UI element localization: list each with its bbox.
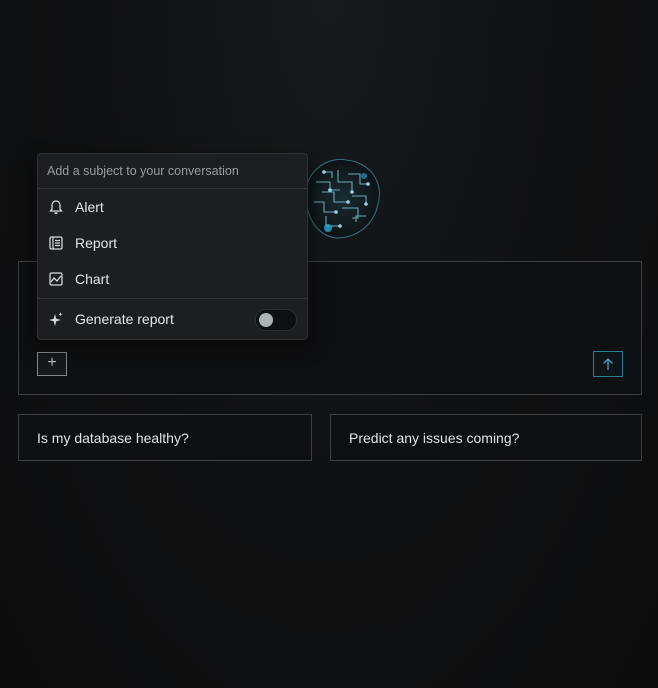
arrow-up-icon (603, 358, 613, 370)
menu-item-alert[interactable]: Alert (47, 192, 298, 222)
menu-header: Add a subject to your conversation (47, 164, 239, 178)
add-subject-button[interactable]: + (37, 352, 67, 376)
menu-item-label: Report (75, 235, 118, 251)
bell-icon (47, 198, 65, 216)
suggestion-button-database-health[interactable]: Is my database healthy? (18, 414, 312, 461)
menu-item-chart[interactable]: Chart (47, 264, 298, 294)
sparkle-icon (47, 310, 65, 328)
toggle-knob (259, 313, 273, 327)
menu-item-label: Chart (75, 271, 110, 287)
report-icon (47, 234, 65, 252)
menu-divider (38, 298, 307, 299)
send-button[interactable] (593, 351, 623, 377)
chart-icon (47, 270, 65, 288)
generate-report-toggle[interactable] (255, 309, 297, 331)
generate-report-label: Generate report (75, 311, 174, 327)
add-subject-menu: Add a subject to your conversation Alert… (37, 153, 308, 340)
suggestion-button-predict-issues[interactable]: Predict any issues coming? (330, 414, 642, 461)
menu-item-label: Alert (75, 199, 104, 215)
menu-divider (38, 188, 307, 189)
menu-item-report[interactable]: Report (47, 228, 298, 258)
